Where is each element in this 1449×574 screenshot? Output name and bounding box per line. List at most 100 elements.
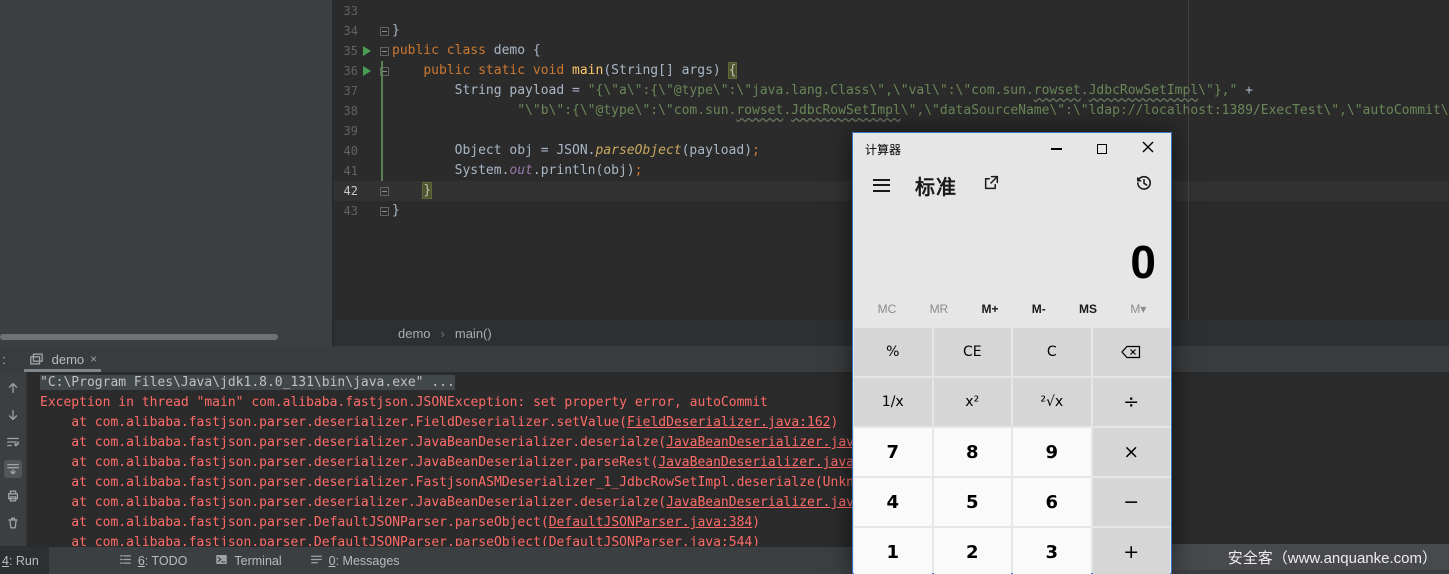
code-line[interactable]: 33 bbox=[334, 1, 1449, 21]
fold-icon[interactable] bbox=[380, 207, 389, 216]
calc-key-square[interactable]: x² bbox=[934, 378, 1012, 426]
console-tab-icon bbox=[28, 350, 46, 368]
code-text: Object obj = JSON.parseObject(payload); bbox=[392, 141, 760, 161]
run-tab-label[interactable]: demo bbox=[52, 352, 85, 367]
calc-key-two[interactable]: 2 bbox=[934, 528, 1012, 574]
code-token: . bbox=[1081, 83, 1089, 98]
down-stack-trace-icon[interactable] bbox=[4, 406, 22, 424]
breadcrumb-member[interactable]: main() bbox=[455, 326, 492, 341]
run-marker[interactable] bbox=[358, 61, 376, 81]
code-token: } bbox=[423, 183, 431, 198]
calc-key-subtract[interactable]: − bbox=[1093, 478, 1171, 526]
calc-key-reciprocal[interactable]: 1/x bbox=[854, 378, 932, 426]
calc-key-add[interactable]: + bbox=[1093, 528, 1171, 574]
breadcrumb-file[interactable]: demo bbox=[398, 326, 431, 341]
memory-recall-button[interactable]: MR bbox=[930, 302, 949, 316]
run-marker[interactable] bbox=[358, 41, 376, 61]
line-number: 43 bbox=[334, 201, 358, 221]
status-terminal-button[interactable]: Terminal bbox=[215, 553, 281, 569]
close-button[interactable] bbox=[1125, 133, 1171, 165]
memory-clear-button[interactable]: MC bbox=[878, 302, 897, 316]
calculator-mode[interactable]: 标准 bbox=[915, 171, 957, 200]
calc-key-six[interactable]: 6 bbox=[1013, 478, 1091, 526]
menu-icon[interactable] bbox=[873, 179, 890, 192]
code-line[interactable]: 36 public static void main(String[] args… bbox=[334, 61, 1449, 81]
console-text: at com.alibaba.fastjson.parser.deseriali… bbox=[40, 415, 627, 430]
fold-marker[interactable] bbox=[376, 201, 392, 221]
run-marker-empty bbox=[358, 181, 376, 201]
keep-on-top-icon[interactable] bbox=[983, 174, 1000, 196]
code-token: main bbox=[572, 63, 603, 78]
stack-trace-link[interactable]: FieldDeserializer.java:162 bbox=[627, 415, 831, 430]
print-icon[interactable] bbox=[4, 487, 22, 505]
console-text: "C:\Program Files\Java\jdk1.8.0_131\bin\… bbox=[40, 375, 455, 390]
tab-close-icon[interactable]: × bbox=[90, 353, 97, 365]
code-line[interactable]: 34} bbox=[334, 21, 1449, 41]
calc-key-four[interactable]: 4 bbox=[854, 478, 932, 526]
screen: 3334}35public class demo {36 public stat… bbox=[0, 0, 1449, 574]
fold-marker[interactable] bbox=[376, 61, 392, 81]
calc-key-percent[interactable]: % bbox=[854, 328, 932, 376]
memory-store-button[interactable]: MS bbox=[1079, 302, 1097, 316]
calc-key-five[interactable]: 5 bbox=[934, 478, 1012, 526]
calc-key-nine[interactable]: 9 bbox=[1013, 428, 1091, 476]
memory-subtract-button[interactable]: M- bbox=[1032, 302, 1046, 316]
fold-marker[interactable] bbox=[376, 181, 392, 201]
calc-key-clear[interactable]: C bbox=[1013, 328, 1091, 376]
calculator-window[interactable]: 计算器 标准 0 MCMRM+M-MSM▾ bbox=[852, 132, 1172, 574]
horizontal-scrollbar[interactable] bbox=[0, 334, 278, 340]
console-text: Exception in thread "main" com.alibaba.f… bbox=[40, 395, 768, 410]
calc-key-one[interactable]: 1 bbox=[854, 528, 932, 574]
calc-key-eight[interactable]: 8 bbox=[934, 428, 1012, 476]
minimize-button[interactable] bbox=[1033, 133, 1079, 165]
history-icon[interactable] bbox=[1135, 174, 1153, 197]
code-line[interactable]: 35public class demo { bbox=[334, 41, 1449, 61]
fold-icon[interactable] bbox=[380, 187, 389, 196]
code-token: \",\"dataSourceName\":\"ldap://localhost… bbox=[901, 103, 1449, 118]
breadcrumb-separator-icon: › bbox=[441, 326, 445, 341]
close-icon bbox=[1142, 140, 1154, 158]
stack-trace-link[interactable]: DefaultJSONParser.java:384 bbox=[549, 515, 753, 530]
run-icon[interactable] bbox=[363, 66, 371, 76]
console-text: at com.alibaba.fastjson.parser.deseriali… bbox=[40, 455, 658, 470]
status-todo-button[interactable]: 6: TODO bbox=[119, 553, 188, 569]
calc-key-backspace[interactable] bbox=[1093, 328, 1171, 376]
fold-marker[interactable] bbox=[376, 21, 392, 41]
code-line[interactable]: 38 "\"b\":{\"@type\":\"com.sun.rowset.Jd… bbox=[334, 101, 1449, 121]
run-header: : demo × bbox=[0, 346, 1449, 372]
calc-key-divide[interactable]: ÷ bbox=[1093, 378, 1171, 426]
calc-key-clear-entry[interactable]: CE bbox=[934, 328, 1012, 376]
console-line: at com.alibaba.fastjson.parser.deseriali… bbox=[40, 413, 1449, 433]
console-line: at com.alibaba.fastjson.parser.DefaultJS… bbox=[40, 513, 1449, 533]
status-messages-button[interactable]: 0: Messages bbox=[310, 553, 400, 569]
code-token: parseObject bbox=[596, 143, 682, 158]
code-token bbox=[392, 63, 423, 78]
code-token: demo { bbox=[486, 43, 541, 58]
fold-icon[interactable] bbox=[380, 27, 389, 36]
console-line: Exception in thread "main" com.alibaba.f… bbox=[40, 393, 1449, 413]
status-run-button[interactable]: 4: Run bbox=[0, 547, 49, 574]
calculator-titlebar[interactable]: 计算器 bbox=[853, 133, 1171, 165]
memory-add-button[interactable]: M+ bbox=[982, 302, 999, 316]
run-icon[interactable] bbox=[363, 46, 371, 56]
fold-icon[interactable] bbox=[380, 47, 389, 56]
calculator-title: 计算器 bbox=[865, 141, 901, 158]
soft-wrap-icon[interactable] bbox=[4, 433, 22, 451]
run-tab-demo[interactable]: demo × bbox=[24, 346, 102, 372]
calc-key-three[interactable]: 3 bbox=[1013, 528, 1091, 574]
calc-key-seven[interactable]: 7 bbox=[854, 428, 932, 476]
clear-console-icon[interactable] bbox=[4, 514, 22, 532]
memory-list-button[interactable]: M▾ bbox=[1130, 302, 1146, 316]
scroll-to-end-icon[interactable] bbox=[4, 460, 22, 478]
maximize-button[interactable] bbox=[1079, 133, 1125, 165]
calc-key-square-root[interactable]: ²√x bbox=[1013, 378, 1091, 426]
line-number: 37 bbox=[334, 81, 358, 101]
fold-marker[interactable] bbox=[376, 41, 392, 61]
run-header-label: : bbox=[2, 352, 6, 367]
code-token: public class bbox=[392, 43, 486, 58]
calc-key-multiply[interactable]: × bbox=[1093, 428, 1171, 476]
code-token: } bbox=[392, 23, 400, 38]
console-line: at com.alibaba.fastjson.parser.deseriali… bbox=[40, 473, 1449, 493]
code-line[interactable]: 37 String payload = "{\"a\":{\"@type\":\… bbox=[334, 81, 1449, 101]
up-stack-trace-icon[interactable] bbox=[4, 379, 22, 397]
